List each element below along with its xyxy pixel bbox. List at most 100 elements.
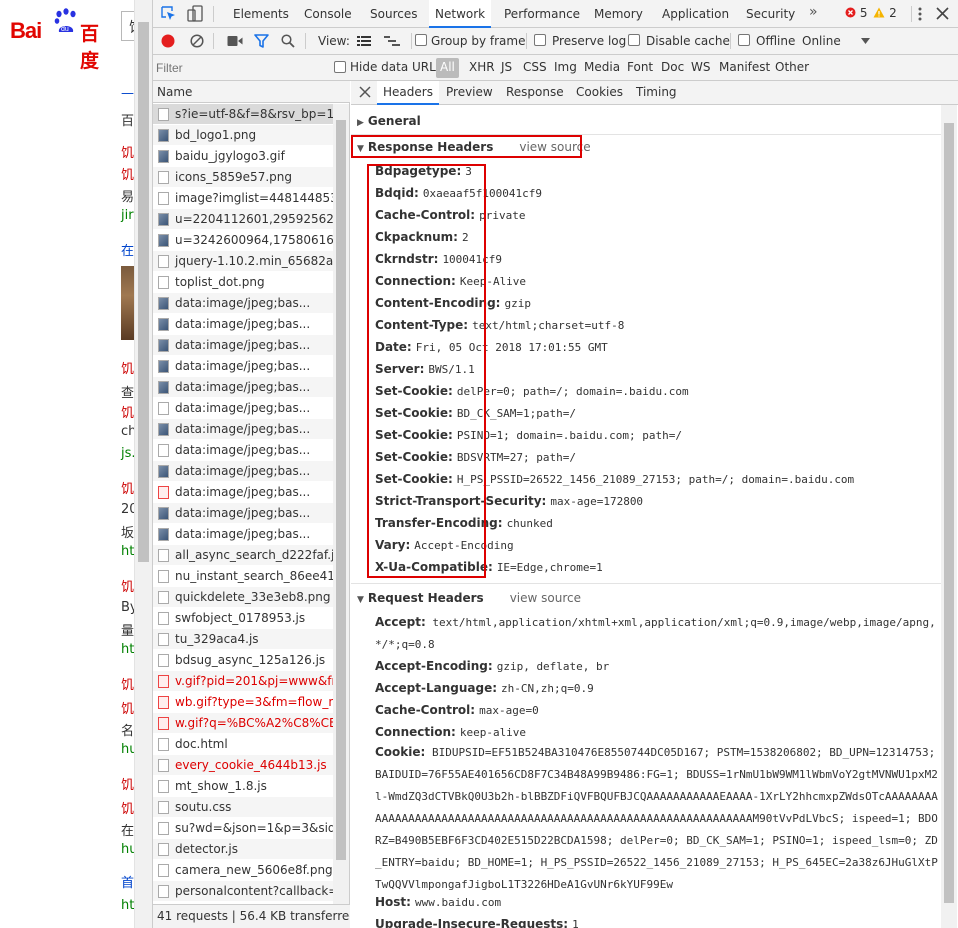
request-row[interactable]: data:image/jpeg;bas...: [153, 335, 333, 356]
result-snippet[interactable]: 饥: [121, 798, 134, 817]
filter-type-css[interactable]: CSS: [523, 60, 547, 74]
request-view-source-link[interactable]: view source: [510, 591, 581, 605]
chevron-down-icon[interactable]: [861, 38, 870, 44]
request-row[interactable]: bd_logo1.png: [153, 125, 333, 146]
request-row[interactable]: image?imglist=448144853_23: [153, 188, 333, 209]
tab-network[interactable]: Network: [429, 0, 492, 28]
baidu-logo[interactable]: Bai du 百度: [8, 6, 116, 72]
request-row[interactable]: toplist_dot.png: [153, 272, 333, 293]
request-row[interactable]: bdsug_async_125a126.js: [153, 650, 333, 671]
response-headers-section-toggle[interactable]: ▼ Response Headers view source: [357, 140, 591, 154]
throttling-select[interactable]: Online: [802, 34, 841, 48]
request-row[interactable]: w.gif?q=%BC%A2%C8%CB%E: [153, 713, 333, 734]
result-snippet[interactable]: 饥: [121, 698, 134, 717]
tab-sources[interactable]: Sources: [370, 0, 417, 28]
request-row[interactable]: camera_new_5606e8f.png: [153, 860, 333, 881]
request-row[interactable]: data:image/jpeg;bas...: [153, 377, 333, 398]
request-row[interactable]: data:image/jpeg;bas...: [153, 356, 333, 377]
tab-elements[interactable]: Elements: [233, 0, 289, 28]
request-list-scrollbar-thumb[interactable]: [336, 120, 346, 860]
request-row[interactable]: personalcontent?callback=jQ.: [153, 881, 333, 902]
waterfall-overview-icon[interactable]: [384, 35, 400, 47]
request-row[interactable]: data:image/jpeg;bas...: [153, 482, 333, 503]
result-snippet[interactable]: 饥: [121, 142, 134, 161]
tab-security[interactable]: Security: [746, 0, 795, 28]
tab-memory[interactable]: Memory: [594, 0, 643, 28]
clear-icon[interactable]: [190, 34, 204, 48]
screenshot-camera-icon[interactable]: [227, 35, 243, 47]
request-row[interactable]: data:image/jpeg;bas...: [153, 314, 333, 335]
filter-funnel-icon[interactable]: [254, 34, 269, 48]
request-row[interactable]: data:image/jpeg;bas...: [153, 503, 333, 524]
filter-type-ws[interactable]: WS: [691, 60, 710, 74]
result-snippet[interactable]: 饥: [121, 402, 134, 421]
filter-type-doc[interactable]: Doc: [661, 60, 684, 74]
large-rows-icon[interactable]: [357, 35, 371, 47]
offline-checkbox[interactable]: [738, 34, 750, 46]
tab-preview[interactable]: Preview: [446, 81, 493, 105]
result-snippet[interactable]: 饥: [121, 774, 134, 793]
request-row[interactable]: data:image/jpeg;bas...: [153, 524, 333, 545]
general-section-toggle[interactable]: ▶ General: [357, 114, 421, 128]
result-snippet[interactable]: 饥: [121, 358, 134, 377]
detail-scrollbar[interactable]: [941, 105, 957, 928]
result-snippet[interactable]: —: [121, 86, 134, 101]
result-snippet[interactable]: 在: [121, 240, 134, 259]
filter-type-js[interactable]: JS: [501, 60, 512, 74]
close-detail-icon[interactable]: [359, 86, 371, 98]
tab-application[interactable]: Application: [662, 0, 729, 28]
request-row[interactable]: swfobject_0178953.js: [153, 608, 333, 629]
result-snippet[interactable]: 饥: [121, 576, 134, 595]
tab-console[interactable]: Console: [304, 0, 352, 28]
request-row[interactable]: icons_5859e57.png: [153, 167, 333, 188]
disable-cache-label[interactable]: Disable cache: [646, 34, 730, 48]
request-row[interactable]: jquery-1.10.2.min_65682a2.js: [153, 251, 333, 272]
tab-performance[interactable]: Performance: [504, 0, 580, 28]
result-snippet[interactable]: 首: [121, 872, 134, 891]
request-row[interactable]: soutu.css: [153, 797, 333, 818]
filter-type-other[interactable]: Other: [775, 60, 809, 74]
request-row[interactable]: wb.gif?type=3&fm=flow_mor: [153, 692, 333, 713]
request-row[interactable]: all_async_search_d222faf.js: [153, 545, 333, 566]
offline-label[interactable]: Offline: [756, 34, 795, 48]
response-view-source-link[interactable]: view source: [519, 140, 590, 154]
tab-cookies[interactable]: Cookies: [576, 81, 623, 105]
request-row[interactable]: nu_instant_search_86ee413.js: [153, 566, 333, 587]
preserve-log-checkbox[interactable]: [534, 34, 546, 46]
request-list-scrollbar[interactable]: [333, 104, 349, 904]
request-row[interactable]: data:image/jpeg;bas...: [153, 398, 333, 419]
group-by-frame-checkbox[interactable]: [415, 34, 427, 46]
preserve-log-label[interactable]: Preserve log: [552, 34, 626, 48]
page-scrollbar[interactable]: [134, 0, 152, 928]
request-row[interactable]: data:image/jpeg;bas...: [153, 293, 333, 314]
request-row[interactable]: data:image/jpeg;bas...: [153, 461, 333, 482]
disable-cache-checkbox[interactable]: [628, 34, 640, 46]
request-row[interactable]: quickdelete_33e3eb8.png: [153, 587, 333, 608]
request-row[interactable]: s?ie=utf-8&f=8&rsv_bp=1&t...: [153, 104, 333, 125]
request-row[interactable]: every_cookie_4644b13.js: [153, 755, 333, 776]
filter-type-img[interactable]: Img: [554, 60, 577, 74]
filter-input[interactable]: [156, 59, 326, 77]
tab-timing[interactable]: Timing: [636, 81, 677, 105]
result-snippet[interactable]: 饥: [121, 674, 134, 693]
record-icon[interactable]: [161, 34, 175, 48]
request-row[interactable]: data:image/jpeg;bas...: [153, 419, 333, 440]
request-row[interactable]: detector.js: [153, 839, 333, 860]
result-snippet[interactable]: 饥: [121, 478, 134, 497]
tab-response[interactable]: Response: [506, 81, 564, 105]
filter-type-xhr[interactable]: XHR: [469, 60, 495, 74]
filter-type-font[interactable]: Font: [627, 60, 653, 74]
tab-headers[interactable]: Headers: [377, 81, 439, 105]
filter-type-all[interactable]: All: [436, 58, 459, 78]
kebab-menu-icon[interactable]: [918, 7, 922, 21]
request-row[interactable]: data:image/jpeg;bas...: [153, 440, 333, 461]
result-thumbnail[interactable]: [121, 266, 135, 340]
request-row[interactable]: mt_show_1.8.js: [153, 776, 333, 797]
device-toolbar-icon[interactable]: [187, 5, 203, 23]
request-row[interactable]: u=2204112601,2959256247&: [153, 209, 333, 230]
request-row[interactable]: su?wd=&json=1&p=3&sid=2: [153, 818, 333, 839]
inspect-element-icon[interactable]: [161, 6, 177, 22]
search-icon[interactable]: [281, 34, 295, 48]
page-scrollbar-thumb[interactable]: [138, 22, 149, 562]
group-by-frame-label[interactable]: Group by frame: [431, 34, 525, 48]
